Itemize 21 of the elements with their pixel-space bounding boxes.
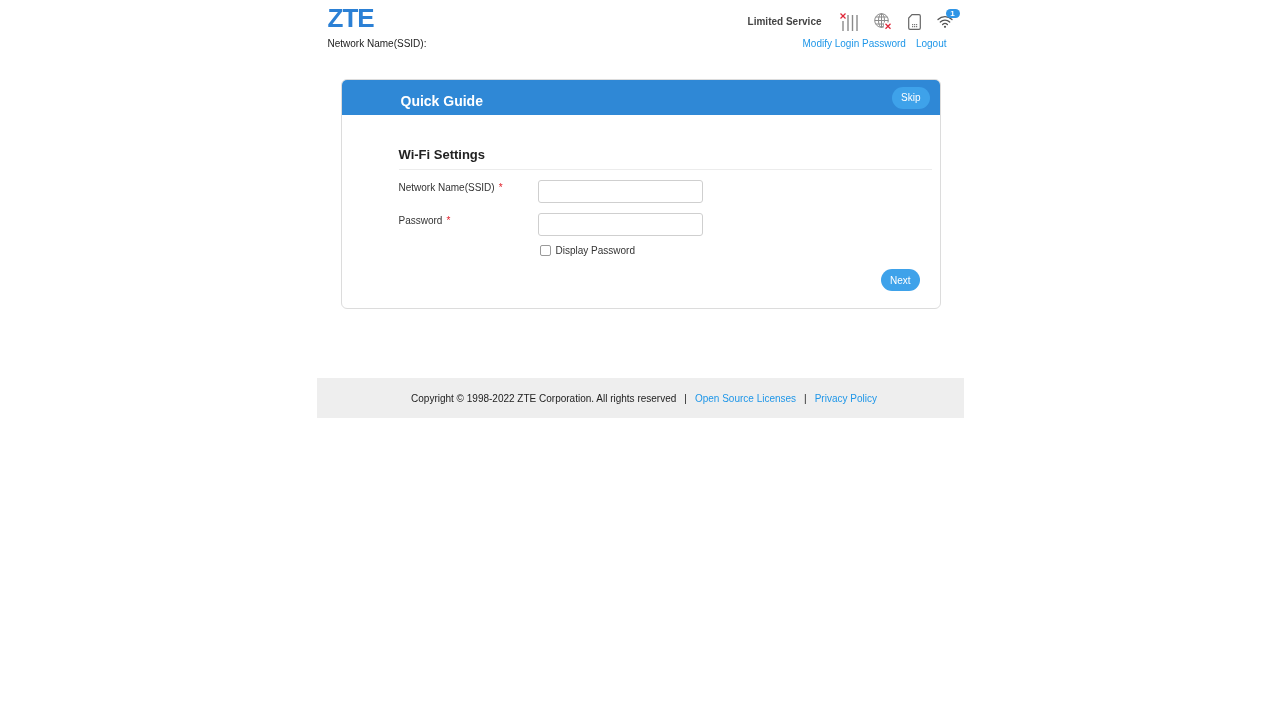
- network-name-label: Network Name(SSID):: [327, 38, 427, 49]
- input-field[interactable]: [537, 213, 703, 236]
- section-title: Wi-Fi Settings: [398, 147, 932, 170]
- header-link[interactable]: Logout: [915, 38, 947, 49]
- footer-link[interactable]: Open Source Licenses: [694, 392, 797, 404]
- separator: |: [684, 392, 687, 404]
- checkbox[interactable]: [539, 245, 551, 256]
- field-label: Password *: [398, 214, 451, 226]
- header-link[interactable]: Modify Login Password: [802, 38, 906, 49]
- logo: ZTE: [327, 3, 374, 33]
- service-status: Limited Service: [747, 16, 822, 27]
- next-button[interactable]: Next: [880, 269, 920, 291]
- notification-badge: 1: [945, 9, 960, 18]
- input-field[interactable]: [537, 180, 703, 203]
- separator: |: [804, 392, 807, 404]
- field-label: Network Name(SSID) *: [398, 181, 503, 193]
- copyright-text: Copyright © 1998-2022 ZTE Corporation. All rights reserved: [411, 392, 677, 404]
- skip-button[interactable]: Skip: [892, 86, 930, 109]
- checkbox-label: Display Password: [555, 245, 635, 256]
- card-title: Quick Guide: [400, 93, 483, 109]
- footer-link[interactable]: Privacy Policy: [814, 392, 877, 404]
